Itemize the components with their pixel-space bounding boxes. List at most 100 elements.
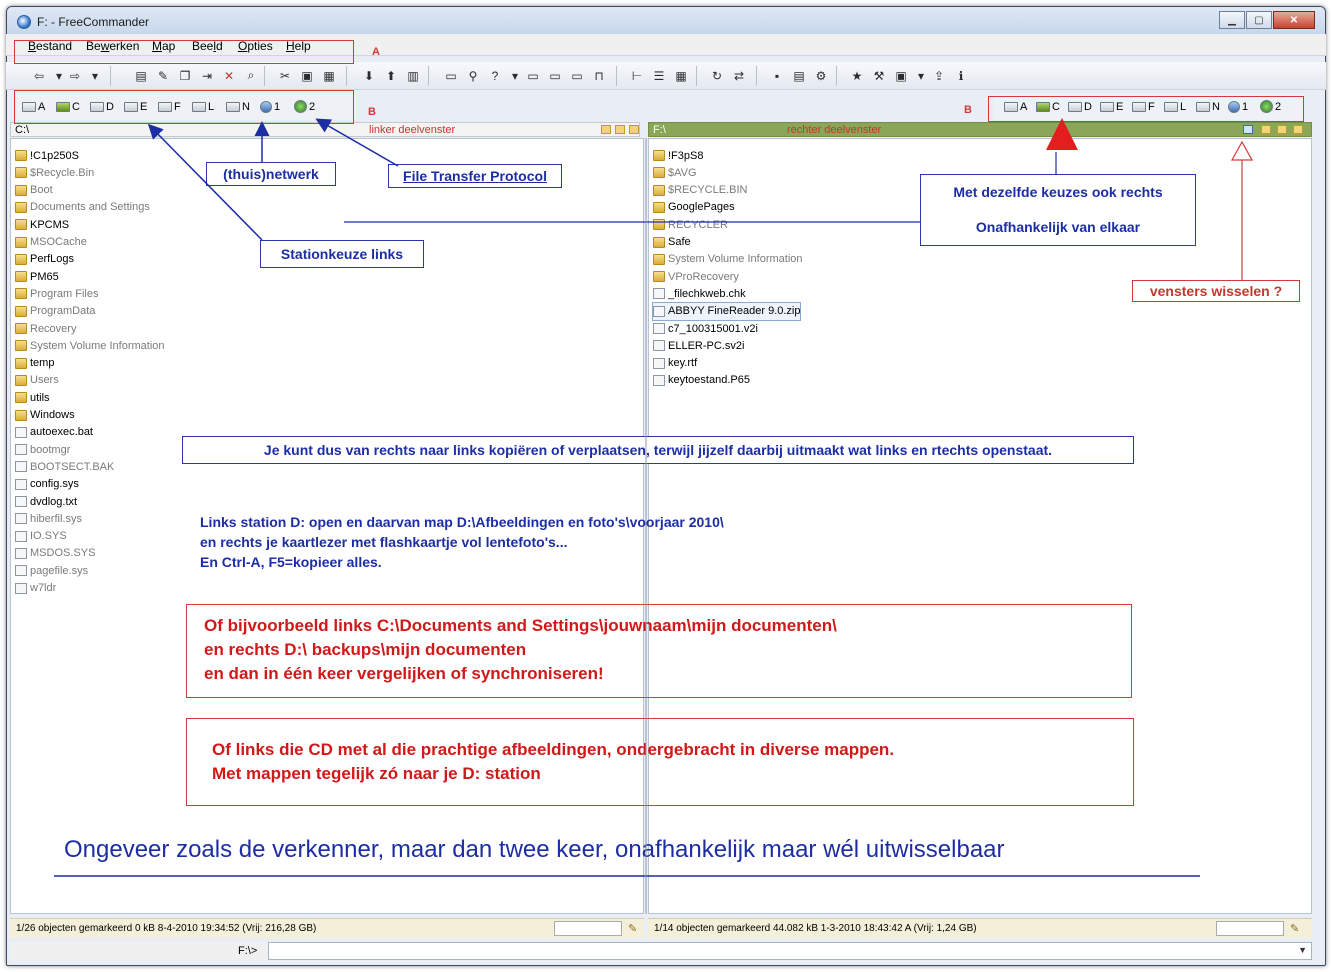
left-list-item[interactable]: utils [15, 389, 50, 406]
folder-icon [15, 150, 27, 161]
help-icon[interactable]: ? [486, 67, 504, 84]
drive-a-icon[interactable]: ▭ [524, 67, 542, 84]
left-list-item[interactable]: Users [15, 372, 59, 389]
settings-icon[interactable]: ⚙ [812, 67, 830, 84]
about-icon[interactable]: ℹ [952, 67, 970, 84]
annotation-onafhankelijk: Onafhankelijk van elkaar [920, 208, 1196, 246]
view-icon[interactable]: ▤ [132, 67, 150, 84]
right-filter-input[interactable] [1216, 921, 1284, 936]
left-list-item[interactable]: MSOCache [15, 234, 87, 251]
minimize-button[interactable]: ▁ [1219, 11, 1245, 29]
compare-icon[interactable]: ⇄ [730, 67, 748, 84]
left-list-item[interactable]: Boot [15, 182, 53, 199]
right-filter-icon[interactable]: ✎ [1290, 922, 1299, 935]
left-list-item[interactable]: Recovery [15, 320, 76, 337]
find-icon[interactable]: ⚲ [464, 67, 482, 84]
options-dropdown-icon[interactable]: ▾ [912, 67, 930, 84]
dos-icon[interactable]: ▪ [768, 67, 786, 84]
command-dropdown-icon[interactable]: ▼ [1298, 945, 1307, 955]
left-list-item[interactable]: KPCMS [15, 216, 69, 233]
lock-icon[interactable]: ⊓ [590, 67, 608, 84]
right-list-item[interactable]: GooglePages [653, 199, 735, 216]
left-list-item[interactable]: pagefile.sys [15, 562, 88, 579]
left-list-item[interactable]: hiberfil.sys [15, 510, 82, 527]
left-list-item[interactable]: !C1p250S [15, 147, 79, 164]
left-list-item[interactable]: Windows [15, 407, 75, 424]
file-icon [15, 582, 27, 594]
drive-b-icon[interactable]: ▭ [546, 67, 564, 84]
left-list-item[interactable]: ProgramData [15, 303, 95, 320]
left-list-item[interactable]: $Recycle.Bin [15, 164, 94, 181]
left-list-item[interactable]: BOOTSECT.BAK [15, 458, 114, 475]
list-icon[interactable]: ☰ [650, 67, 668, 84]
right-list-item[interactable]: Safe [653, 234, 691, 251]
back-icon[interactable]: ⇦ [30, 67, 48, 84]
clipboard-icon[interactable]: ▦ [320, 67, 338, 84]
left-filter-input[interactable] [554, 921, 622, 936]
delete-icon[interactable]: ✕ [220, 67, 238, 84]
pack-icon[interactable]: ⬇ [360, 67, 378, 84]
right-list-item[interactable]: keytoestand.P65 [653, 372, 750, 389]
left-list-item[interactable]: PerfLogs [15, 251, 74, 268]
right-list-item[interactable]: _filechkweb.chk [653, 285, 746, 302]
right-folder-icon[interactable] [1293, 125, 1303, 134]
left-list-item[interactable]: MSDOS.SYS [15, 545, 95, 562]
edit-icon[interactable]: ✎ [154, 67, 172, 84]
right-list-item[interactable]: ABBYY FineReader 9.0.zip [651, 301, 802, 321]
move-icon[interactable]: ⇥ [198, 67, 216, 84]
right-list-item[interactable]: !F3pS8 [653, 147, 703, 164]
swap-panes-icon[interactable] [1243, 125, 1253, 134]
new-folder-icon[interactable]: ▭ [442, 67, 460, 84]
right-favorite-icon[interactable] [1277, 125, 1287, 134]
right-history-icon[interactable] [1261, 125, 1271, 134]
drive-c-icon[interactable]: ▭ [568, 67, 586, 84]
window-icon[interactable]: ▤ [790, 67, 808, 84]
folder-icon [15, 219, 27, 231]
options-icon[interactable]: ▣ [892, 67, 910, 84]
tools-icon[interactable]: ⚒ [870, 67, 888, 84]
left-list-item[interactable]: Program Files [15, 285, 98, 302]
left-history-icon[interactable] [601, 125, 611, 134]
right-list-item[interactable]: $AVG [653, 164, 697, 181]
right-path-bar[interactable]: F:\ rechter deelvenster [648, 122, 1312, 137]
left-list-item[interactable]: System Volume Information [15, 337, 165, 354]
command-input[interactable]: ▼ [268, 942, 1312, 960]
forward-dropdown-icon[interactable]: ▾ [86, 67, 104, 84]
left-folder-icon[interactable] [629, 125, 639, 134]
right-list-item[interactable]: c7_100315001.v2i [653, 320, 758, 337]
right-list-item[interactable]: VProRecovery [653, 268, 739, 285]
right-list-item[interactable]: $RECYCLE.BIN [653, 182, 747, 199]
forward-icon[interactable]: ⇨ [66, 67, 84, 84]
left-list-item[interactable]: Documents and Settings [15, 199, 150, 216]
left-list-item[interactable]: config.sys [15, 476, 79, 493]
left-list-item[interactable]: bootmgr [15, 441, 70, 458]
left-filter-icon[interactable]: ✎ [628, 922, 637, 935]
left-list-item[interactable]: IO.SYS [15, 528, 67, 545]
tree-icon[interactable]: ⊢ [628, 67, 646, 84]
right-list-item[interactable]: ELLER-PC.sv2i [653, 337, 744, 354]
right-list-item[interactable]: key.rtf [653, 355, 697, 372]
export-icon[interactable]: ⇪ [930, 67, 948, 84]
left-list-item[interactable]: dvdlog.txt [15, 493, 77, 510]
paste-icon[interactable]: ▣ [298, 67, 316, 84]
left-list-item[interactable]: temp [15, 355, 54, 372]
left-list-item[interactable]: PM65 [15, 268, 59, 285]
favorites-icon[interactable]: ★ [848, 67, 866, 84]
file-name: w7ldr [30, 582, 57, 594]
details-icon[interactable]: ▦ [672, 67, 690, 84]
drive-dropdown-icon[interactable]: ▾ [506, 67, 524, 84]
search-icon[interactable]: ⌕ [242, 67, 260, 84]
properties-icon[interactable]: ▥ [404, 67, 422, 84]
refresh-icon[interactable]: ↻ [708, 67, 726, 84]
close-button[interactable]: ✕ [1273, 11, 1315, 29]
left-list-item[interactable]: autoexec.bat [15, 424, 93, 441]
unpack-icon[interactable]: ⬆ [382, 67, 400, 84]
left-path-bar[interactable]: C:\ linker deelvenster [10, 122, 640, 137]
maximize-button[interactable]: ▢ [1246, 11, 1272, 29]
left-list-item[interactable]: w7ldr [15, 580, 56, 597]
cut-icon[interactable]: ✂ [276, 67, 294, 84]
right-list-item[interactable]: RECYCLER [653, 216, 728, 233]
left-favorite-icon[interactable] [615, 125, 625, 134]
copy-icon[interactable]: ❐ [176, 67, 194, 84]
right-list-item[interactable]: System Volume Information [653, 251, 803, 268]
